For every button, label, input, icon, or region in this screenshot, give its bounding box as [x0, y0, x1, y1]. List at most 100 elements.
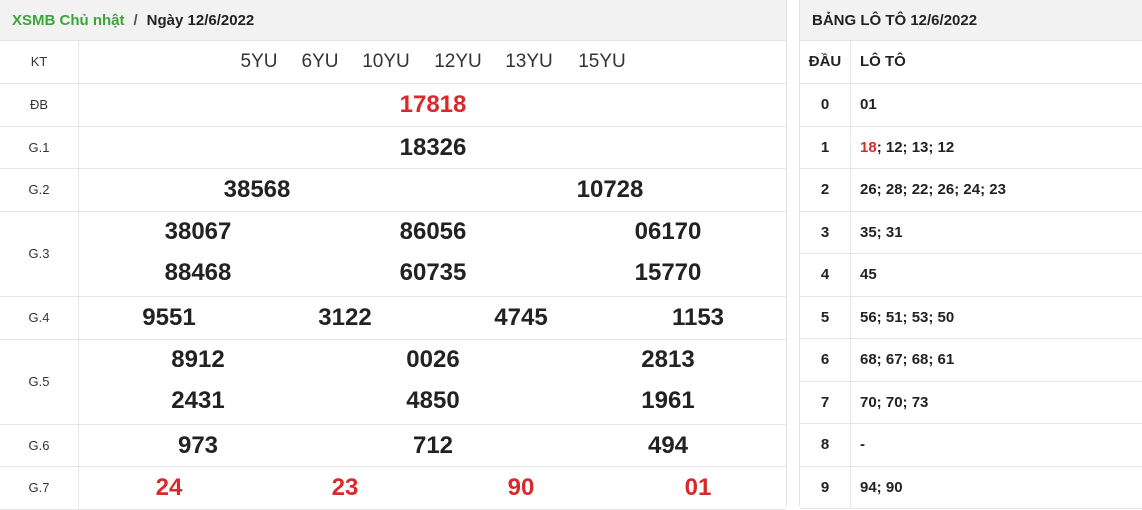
prize-number: 38568 [224, 176, 291, 204]
prize-number: 23 [332, 474, 359, 502]
prize-cell: 24 23 90 01 [79, 466, 787, 509]
loto-values: - [851, 423, 1142, 466]
loto-list: ; 12; 13; 12 [877, 139, 955, 156]
prize-number: 06170 [635, 218, 702, 246]
prize-cell: 38568 10728 [79, 168, 787, 211]
loto-list: 45 [860, 266, 877, 283]
loto-list: 70; 70; 73 [860, 394, 928, 411]
prize-number: 2431 [171, 387, 224, 415]
prize-number: 973 [178, 432, 218, 460]
loto-row: 9 94; 90 [800, 466, 1142, 508]
code: 6YU [302, 51, 339, 73]
row-g6: G.6 973 712 494 [0, 424, 786, 466]
loto-row: 0 01 [800, 83, 1142, 126]
prize-number: 0026 [406, 346, 459, 374]
col-dau-header: ĐẦU [800, 41, 851, 83]
row-g3: G.3 38067 86056 06170 88468 60735 15770 [0, 211, 786, 296]
dau-value: 7 [800, 381, 851, 423]
prize-number: 01 [685, 474, 712, 502]
loto-values: 35; 31 [851, 211, 1142, 253]
special-prize-number: 17818 [400, 91, 467, 119]
loto-list: 68; 67; 68; 61 [860, 351, 954, 368]
row-label: G.6 [0, 424, 79, 466]
loto-list: 56; 51; 53; 50 [860, 309, 954, 326]
dau-value: 4 [800, 253, 851, 296]
loto-table: ĐẦU LÔ TÔ 001 118; 12; 13; 12 226; 28; 2… [800, 41, 1142, 509]
prize-number: 712 [413, 432, 453, 460]
loto-list: 26; 28; 22; 26; 24; 23 [860, 181, 1006, 198]
prize-cell: 18326 [79, 126, 787, 168]
loto-values: 94; 90 [851, 466, 1142, 508]
loto-row: 3 35; 31 [800, 211, 1142, 253]
xsmb-day-link[interactable]: XSMB Chủ nhật [12, 12, 125, 29]
prize-number: 4745 [494, 304, 547, 332]
prize-cell: 9551 3122 4745 1153 [79, 296, 787, 339]
row-db: ĐB 17818 [0, 83, 786, 126]
loto-list: 35; 31 [860, 224, 903, 241]
loto-values: 26; 28; 22; 26; 24; 23 [851, 168, 1142, 211]
loto-list: - [860, 436, 865, 453]
loto-values: 70; 70; 73 [851, 381, 1142, 423]
row-label: G.1 [0, 126, 79, 168]
row-label: G.3 [0, 211, 79, 296]
prize-cell: 8912 0026 2813 2431 4850 1961 [79, 339, 787, 424]
prize-cell: 5YU 6YU 10YU 12YU 13YU 15YU [79, 41, 787, 83]
row-g2: G.2 38568 10728 [0, 168, 786, 211]
results-panel: XSMB Chủ nhật / Ngày 12/6/2022 KT 5YU 6Y… [0, 0, 787, 506]
row-label: ĐB [0, 83, 79, 126]
row-g4: G.4 9551 3122 4745 1153 [0, 296, 786, 339]
code: 15YU [578, 51, 626, 73]
loto-list: 01 [860, 96, 877, 113]
prize-cell: 973 712 494 [79, 424, 787, 466]
prize-number: 86056 [400, 218, 467, 246]
prize-number: 1961 [641, 387, 694, 415]
loto-list: 94; 90 [860, 479, 903, 496]
row-label: G.5 [0, 339, 79, 424]
loto-row: 226; 28; 22; 26; 24; 23 [800, 168, 1142, 211]
loto-header: BẢNG LÔ TÔ 12/6/2022 [800, 0, 1142, 41]
prize-number: 18326 [400, 134, 467, 162]
loto-values: 56; 51; 53; 50 [851, 296, 1142, 338]
loto-values: 68; 67; 68; 61 [851, 338, 1142, 381]
dau-value: 3 [800, 211, 851, 253]
code: 12YU [434, 51, 482, 73]
prize-number: 8912 [171, 346, 224, 374]
code: 5YU [241, 51, 278, 73]
loto-row: 118; 12; 13; 12 [800, 126, 1142, 168]
prize-number: 15770 [635, 259, 702, 287]
dau-value: 0 [800, 83, 851, 126]
row-kt: KT 5YU 6YU 10YU 12YU 13YU 15YU [0, 41, 786, 83]
prize-cell: 38067 86056 06170 88468 60735 15770 [79, 211, 787, 296]
loto-row: 5 56; 51; 53; 50 [800, 296, 1142, 338]
dau-value: 1 [800, 126, 851, 168]
col-loto-header: LÔ TÔ [851, 41, 1142, 83]
prize-number: 60735 [400, 259, 467, 287]
prize-cell: 17818 [79, 83, 787, 126]
prize-number: 38067 [165, 218, 232, 246]
breadcrumb-separator: / [134, 12, 138, 29]
prize-number: 88468 [165, 259, 232, 287]
dau-value: 5 [800, 296, 851, 338]
code: 10YU [362, 51, 410, 73]
row-g5: G.5 8912 0026 2813 2431 4850 1961 [0, 339, 786, 424]
dau-value: 9 [800, 466, 851, 508]
prize-number: 1153 [672, 304, 724, 332]
prize-number: 10728 [577, 176, 644, 204]
dau-value: 6 [800, 338, 851, 381]
prize-number: 90 [508, 474, 535, 502]
row-label: G.4 [0, 296, 79, 339]
loto-row: 4 45 [800, 253, 1142, 296]
prize-number: 9551 [142, 304, 195, 332]
loto-values: 45 [851, 253, 1142, 296]
code: 13YU [505, 51, 553, 73]
results-date: Ngày 12/6/2022 [147, 12, 255, 29]
loto-panel: BẢNG LÔ TÔ 12/6/2022 ĐẦU LÔ TÔ 001 118; … [799, 0, 1142, 506]
loto-values: 18; 12; 13; 12 [851, 126, 1142, 168]
row-g7: G.7 24 23 90 01 [0, 466, 786, 509]
prize-number: 494 [648, 432, 688, 460]
loto-title: BẢNG LÔ TÔ 12/6/2022 [812, 12, 977, 29]
row-label: KT [0, 41, 79, 83]
loto-values: 01 [851, 83, 1142, 126]
loto-highlight: 18 [860, 139, 877, 156]
prize-number: 24 [156, 474, 183, 502]
